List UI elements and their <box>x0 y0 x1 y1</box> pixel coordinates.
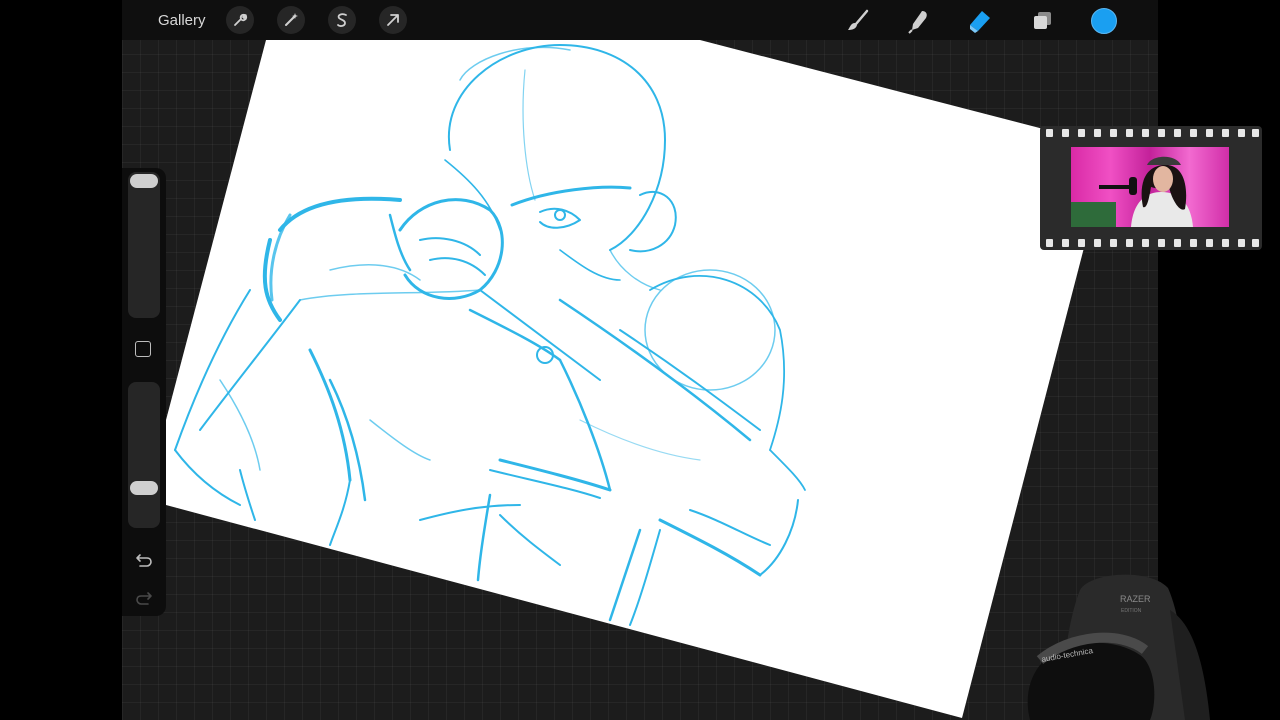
magic-wand-icon <box>285 13 298 26</box>
brush-size-slider[interactable] <box>128 172 160 318</box>
smudge-tool-button[interactable] <box>904 6 934 36</box>
wrench-icon <box>234 13 248 26</box>
opacity-slider[interactable] <box>128 382 160 528</box>
transform-arrow-icon <box>387 14 399 26</box>
person-silhouette <box>1071 156 1193 227</box>
brush-icon <box>848 9 869 30</box>
paint-tool-button[interactable] <box>843 6 873 36</box>
adjustments-button[interactable] <box>277 6 305 34</box>
chair-sub-text: EDITION <box>1121 608 1142 614</box>
color-picker-button[interactable] <box>1091 8 1117 34</box>
undo-icon[interactable] <box>135 551 153 569</box>
redo-icon[interactable] <box>135 589 153 607</box>
layers-button[interactable] <box>1027 6 1057 36</box>
paper[interactable] <box>166 40 1086 718</box>
brush-size-slider-thumb[interactable] <box>130 174 158 188</box>
chair-brand-text: RAZER <box>1120 594 1151 604</box>
actions-button[interactable] <box>226 6 254 34</box>
transform-button[interactable] <box>379 6 407 34</box>
gallery-button[interactable]: Gallery <box>158 10 206 32</box>
selection-button[interactable] <box>328 6 356 34</box>
selection-icon <box>337 13 347 27</box>
erase-tool-button[interactable] <box>965 6 995 36</box>
gaming-chair: RAZER EDITION audio-technica <box>1027 574 1210 720</box>
webcam-overlay <box>1040 126 1262 250</box>
smudge-icon <box>908 11 927 34</box>
opacity-slider-thumb[interactable] <box>130 481 158 495</box>
eraser-icon <box>970 11 990 33</box>
square-modify-icon[interactable] <box>135 341 151 357</box>
layers-icon <box>1034 12 1051 29</box>
webcam-video <box>1071 147 1229 227</box>
